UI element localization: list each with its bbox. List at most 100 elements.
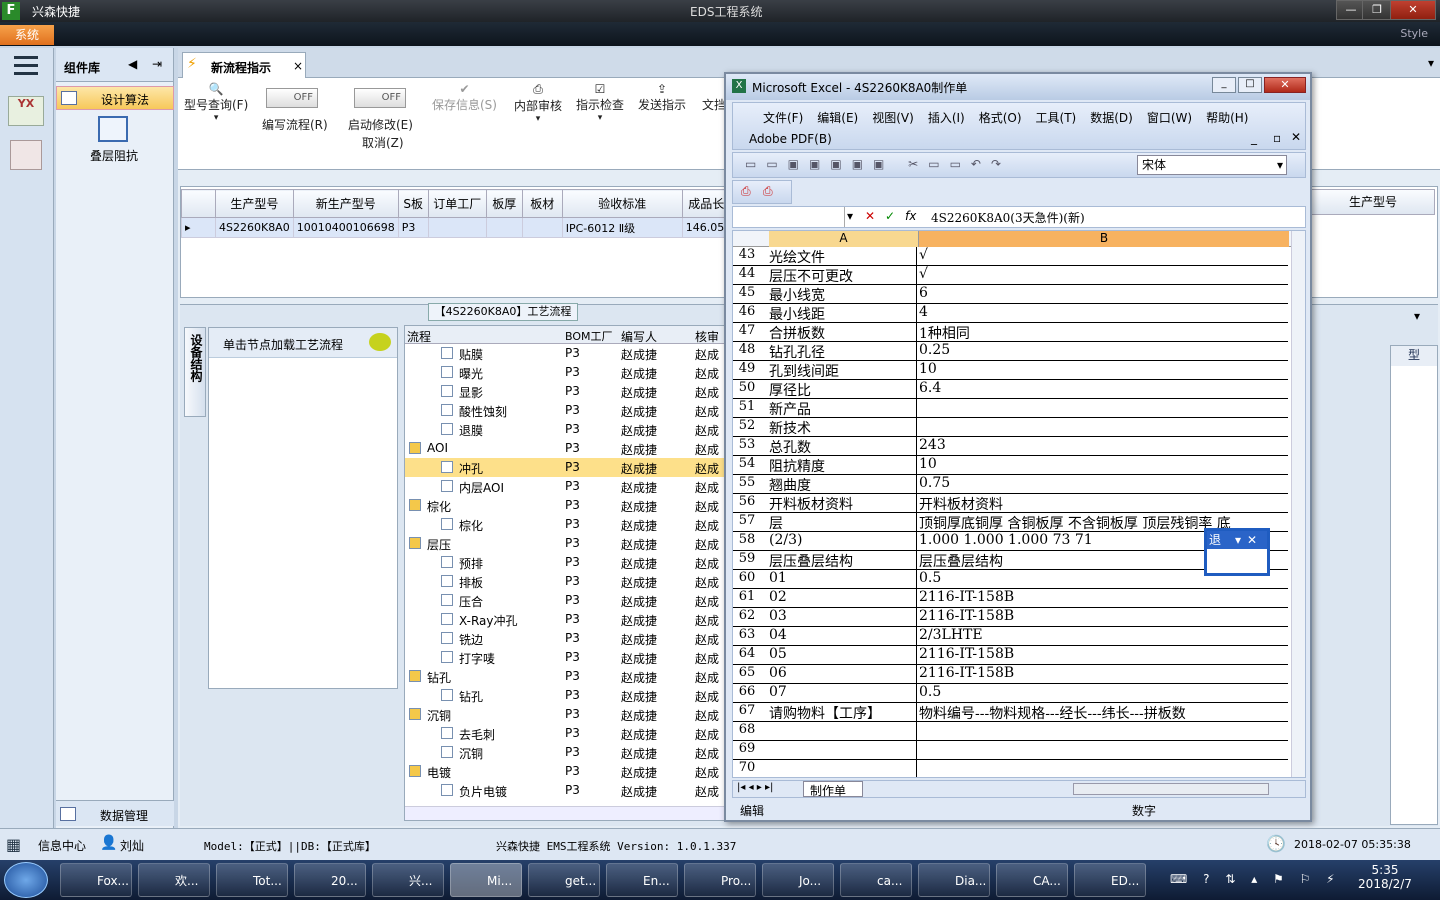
sheet-cell[interactable]: 0.75 [919,475,1287,494]
tree-row[interactable]: 负片电镀 P3 赵成捷 赵成 [405,781,725,800]
tab-close-icon[interactable]: × [293,59,303,73]
sheet-cell[interactable]: (2/3) [769,532,917,551]
excel-menu-item[interactable]: 视图(V) [872,111,914,125]
taskbar-item[interactable]: Mi... [450,863,522,897]
sheet-tab[interactable]: 制作单 [803,781,863,798]
sheet-cell[interactable]: 光绘文件 [769,247,917,266]
col-header[interactable]: 核审 [695,328,719,345]
h-scrollbar[interactable] [1073,783,1269,795]
floating-toolbar[interactable]: 退 ▾ ✕ [1204,528,1270,576]
sheet-cell[interactable] [769,722,917,741]
col-header[interactable]: 流程 [407,328,431,345]
tray-icons[interactable]: ⌨ ? ⇅ ▴ ⚑ ⚐ ⚡ [1170,872,1341,886]
sheet-cell[interactable]: 10 [919,456,1287,475]
tree-row[interactable]: 沉铜 P3 赵成捷 赵成 [405,705,725,724]
device-structure-tab[interactable]: 设备结构 [184,327,206,417]
formula-value[interactable]: 4S2260K8A0(3天急件)(新) [931,209,1085,226]
adobe-pdf-menu[interactable]: Adobe PDF(B) [749,132,832,146]
h-scrollbar[interactable] [405,806,725,820]
sheet-cell[interactable] [919,418,1287,437]
excel-menu-item[interactable]: 窗口(W) [1147,111,1192,125]
tree-row[interactable]: 显影 P3 赵成捷 赵成 [405,382,725,401]
taskbar-item[interactable]: ca... [840,863,912,897]
tree-row[interactable]: 排板 P3 赵成捷 赵成 [405,572,725,591]
sheet-cell[interactable]: 层压叠层结构 [769,551,917,570]
close-button[interactable]: ✕ [1390,0,1436,20]
tree-row[interactable]: 内层AOI P3 赵成捷 赵成 [405,477,725,496]
tree-row[interactable]: 棕化 P3 赵成捷 赵成 [405,496,725,515]
tab-new-flow[interactable]: ⚡ 新流程指示 × [182,52,306,79]
sheet-cell[interactable]: 层 [769,513,917,532]
table-cell[interactable]: 10010400106698 [292,217,399,238]
excel-menu-item[interactable]: 插入(I) [928,111,965,125]
taskbar-item[interactable]: En... [606,863,678,897]
taskbar-item[interactable]: get... [528,863,600,897]
cancel-icon[interactable]: ✕ [865,209,875,223]
col-header[interactable]: 订单工厂 [427,189,487,218]
pdf-icon[interactable]: ⎙ [741,184,751,199]
enter-icon[interactable]: ✓ [885,209,895,223]
col-header[interactable]: 成品长 [681,189,731,218]
sheet-cell[interactable]: 请购物料【工序】 [769,703,917,722]
menu-icon[interactable] [14,56,38,76]
taskbar-item[interactable]: Dia... [918,863,990,897]
stackup-label[interactable]: 叠层阻抗 [90,147,138,164]
sheet-cell[interactable]: √ [919,247,1287,266]
taskbar-item[interactable]: Tot... [216,863,288,897]
sheet-cell[interactable]: 04 [769,627,917,646]
doc-restore-icon[interactable]: ▫ [1273,131,1281,145]
right-col-header[interactable]: 型 [1391,346,1437,366]
style-label[interactable]: Style [1400,27,1428,40]
column-header-b[interactable]: B [919,231,1289,247]
sheet-cell[interactable]: 6 [919,285,1287,304]
col-header[interactable]: BOM工厂 [565,328,613,344]
sheet-cell[interactable]: 05 [769,646,917,665]
pin-icon[interactable]: ⇥ [152,57,162,71]
tree-row[interactable]: 贴膜 P3 赵成捷 赵成 [405,344,725,363]
write-flow-toggle[interactable]: OFF [266,88,318,108]
chevron-down-icon[interactable]: ▾ [1235,533,1241,547]
column-header-a[interactable]: A [769,231,919,247]
sheet-cell[interactable] [769,760,917,777]
modify-toggle[interactable]: OFF [354,88,406,108]
taskbar-item[interactable]: CA... [996,863,1068,897]
sheet-cell[interactable]: 2116-IT-158B [919,665,1287,684]
excel-close-button[interactable]: ✕ [1264,77,1306,93]
tree-row[interactable]: 压合 P3 赵成捷 赵成 [405,591,725,610]
sheet-cell[interactable]: 开料板材资料 [769,494,917,513]
sheet-cell[interactable] [769,741,917,760]
excel-menu-item[interactable]: 工具(T) [1036,111,1077,125]
doc-close-icon[interactable]: ✕ [1291,130,1301,144]
taskbar-item[interactable]: 兴... [372,863,444,897]
tree-row[interactable]: AOI P3 赵成捷 赵成 [405,439,725,458]
col-header[interactable]: 新生产型号 [292,189,399,218]
sheet-cell[interactable] [919,722,1287,741]
tree-row[interactable]: 棕化 P3 赵成捷 赵成 [405,515,725,534]
modify-label[interactable]: 启动修改(E) [348,116,413,133]
taskbar-item[interactable]: ED... [1074,863,1146,897]
sheet-cell[interactable]: 物料编号---物料规格---经长---纬长---拼板数 [919,703,1287,722]
taskbar-item[interactable]: 20... [294,863,366,897]
write-flow-label[interactable]: 编写流程(R) [262,116,328,133]
right-col-header[interactable]: 生产型号 [1311,189,1435,215]
sheet-cell[interactable]: 厚径比 [769,380,917,399]
tree-row[interactable]: 预排 P3 赵成捷 赵成 [405,553,725,572]
maximize-button[interactable]: ❐ [1362,0,1392,20]
sheet-nav-icons[interactable]: |◂ ◂ ▸ ▸| [737,782,773,793]
flow-dropdown-icon[interactable]: ▾ [1414,309,1420,323]
internal-review-button[interactable]: ⎙ 内部审核 ▾ [514,82,562,124]
toolbar-icons[interactable]: ▭▭▣▣▣▣▣ ✂▭▭↶↷ [745,157,1011,171]
sheet-cell[interactable] [919,741,1287,760]
table-cell[interactable]: 146.05 [681,217,731,238]
tree-row[interactable]: 沉铜 P3 赵成捷 赵成 [405,743,725,762]
tree-row[interactable]: 铣边 P3 赵成捷 赵成 [405,629,725,648]
sheet-cell[interactable]: 2116-IT-158B [919,608,1287,627]
excel-menu-item[interactable]: 文件(F) [763,111,803,125]
sheet-cell[interactable]: 最小线距 [769,304,917,323]
sheet-cell[interactable]: 10 [919,361,1287,380]
chevron-down-icon[interactable]: ▾ [847,209,853,223]
sheet-cell[interactable]: 开料板材资料 [919,494,1287,513]
function-icon[interactable]: fx [905,209,916,223]
sheet-cell[interactable] [919,760,1287,777]
sheet-cell[interactable]: 243 [919,437,1287,456]
